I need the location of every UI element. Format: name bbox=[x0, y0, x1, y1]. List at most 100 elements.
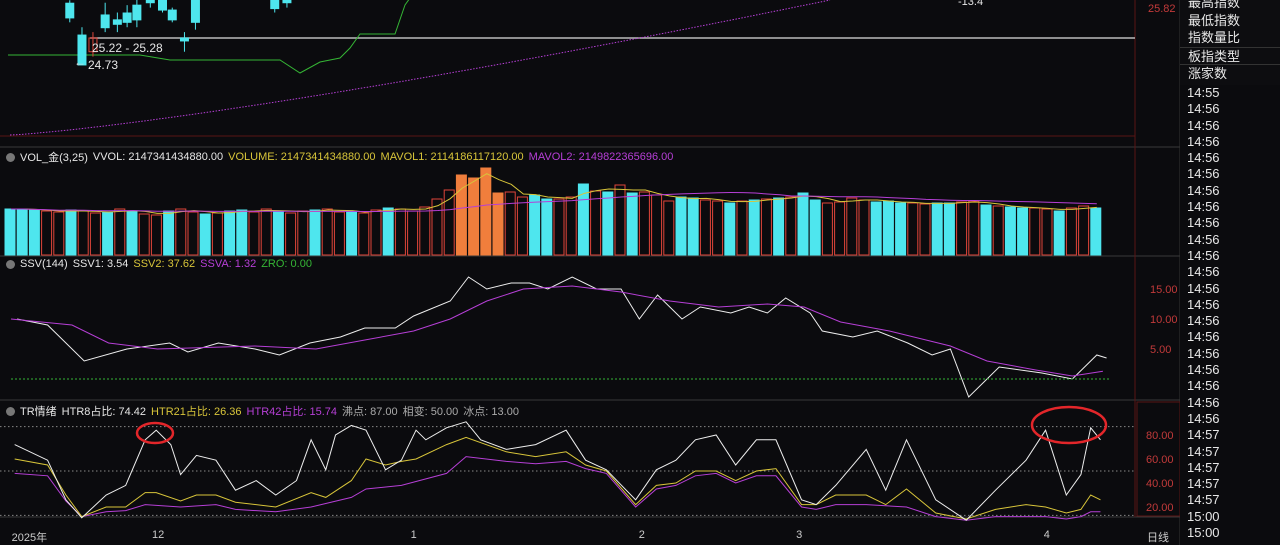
time-item: 14:56 bbox=[1187, 101, 1220, 117]
volume-bar bbox=[724, 202, 736, 256]
mavol2-value: MAVOL2: 2149822365696.00 bbox=[528, 151, 674, 163]
volume-bar bbox=[638, 191, 650, 256]
ice-value: 冰点: 13.00 bbox=[463, 406, 519, 418]
time-item: 14:56 bbox=[1187, 182, 1220, 198]
time-item: 14:56 bbox=[1187, 296, 1220, 312]
info-item-rising-count[interactable]: 涨家数 bbox=[1180, 64, 1280, 82]
indicator-toggle-icon[interactable] bbox=[6, 259, 15, 269]
volume-bar bbox=[797, 192, 809, 256]
y-tick-label: 80.00 bbox=[1146, 430, 1174, 442]
volume-bar bbox=[419, 206, 431, 256]
time-item: 14:56 bbox=[1187, 215, 1220, 231]
candle bbox=[158, 0, 167, 11]
volume-bar bbox=[614, 184, 626, 256]
phase-value: 相变: 50.00 bbox=[402, 406, 459, 418]
htr42-value: HTR42占比: 15.74 bbox=[246, 406, 338, 418]
time-item: 14:57 bbox=[1187, 443, 1220, 459]
time-item: 14:56 bbox=[1187, 247, 1220, 263]
volume-value: VOLUME: 2147341434880.00 bbox=[228, 151, 376, 163]
volume-bar bbox=[1029, 207, 1041, 256]
ssva-value: SSVA: 1.32 bbox=[200, 258, 257, 270]
volume-bar bbox=[163, 210, 175, 256]
volume-bar bbox=[1078, 205, 1090, 256]
indicator-toggle-icon[interactable] bbox=[6, 152, 15, 162]
time-item: 14:56 bbox=[1187, 133, 1220, 149]
mavol1-value: MAVOL1: 2114186117120.00 bbox=[380, 151, 524, 163]
volume-bar bbox=[992, 205, 1004, 256]
volume-bar bbox=[492, 192, 504, 256]
period-label[interactable]: 日线 bbox=[1147, 529, 1169, 545]
time-item: 14:56 bbox=[1187, 199, 1220, 215]
volume-bar bbox=[1041, 208, 1053, 256]
info-item-index-type[interactable]: 板指类型 bbox=[1180, 46, 1280, 65]
time-item: 14:57 bbox=[1187, 459, 1220, 475]
arrow-icon: ← bbox=[74, 55, 86, 69]
info-item-volume-ratio[interactable]: 指数量比 bbox=[1180, 29, 1280, 47]
time-item: 14:57 bbox=[1187, 476, 1220, 492]
candle bbox=[282, 0, 292, 4]
volume-bar bbox=[16, 208, 28, 256]
volume-bar bbox=[736, 200, 748, 256]
volume-bar bbox=[126, 210, 138, 256]
time-item: 14:56 bbox=[1187, 410, 1220, 426]
volume-bar bbox=[529, 194, 541, 256]
green-value-label: -13.4 bbox=[958, 0, 984, 8]
volume-bar bbox=[553, 198, 565, 256]
right-info-panel: 最高指数 最低指数 指数量比 板指类型 涨家数 bbox=[1180, 0, 1280, 85]
volume-bar bbox=[590, 190, 602, 256]
info-item-low-index[interactable]: 最低指数 bbox=[1180, 12, 1280, 30]
htr8-value: HTR8占比: 74.42 bbox=[61, 406, 147, 418]
volume-bar bbox=[77, 210, 89, 256]
volume-bar bbox=[260, 208, 272, 256]
volume-bar bbox=[199, 213, 211, 256]
volume-bar bbox=[114, 208, 126, 256]
volume-bar bbox=[968, 200, 980, 256]
time-item: 14:56 bbox=[1187, 345, 1220, 361]
volume-bar bbox=[1017, 207, 1029, 256]
volume-bar bbox=[187, 211, 199, 256]
time-item: 14:56 bbox=[1187, 264, 1220, 280]
volume-bar bbox=[65, 209, 77, 256]
volume-bar bbox=[773, 197, 785, 256]
highlight-circle bbox=[135, 421, 175, 445]
indicator-toggle-icon[interactable] bbox=[6, 406, 15, 416]
volume-bar bbox=[468, 177, 480, 256]
volume-bar bbox=[516, 196, 528, 256]
volume-bar bbox=[41, 210, 53, 256]
candle bbox=[167, 9, 177, 21]
time-item: 14:56 bbox=[1187, 394, 1220, 410]
x-axis-label: 1 bbox=[410, 529, 417, 541]
candle bbox=[190, 0, 200, 23]
time-item: 14:56 bbox=[1187, 166, 1220, 182]
time-item: 14:57 bbox=[1187, 492, 1220, 508]
info-item-high-index[interactable]: 最高指数 bbox=[1180, 0, 1280, 12]
time-item: 14:55 bbox=[1187, 85, 1220, 100]
volume-bar bbox=[626, 192, 638, 256]
volume-bar bbox=[102, 211, 114, 256]
volume-bar bbox=[663, 200, 675, 256]
volume-bar bbox=[1053, 210, 1065, 256]
volume-bar bbox=[346, 210, 358, 256]
time-item: 15:00 bbox=[1187, 508, 1220, 524]
ssv2-value: SSV2: 37.62 bbox=[133, 258, 196, 270]
time-item: 14:56 bbox=[1187, 313, 1220, 329]
chart-canvas[interactable]: ← 15.00 10.00 5.00 80.00 60.00 40.00 20.00 bbox=[0, 0, 1180, 545]
candle bbox=[65, 2, 75, 19]
volume-bar bbox=[236, 209, 248, 256]
volume-bar bbox=[89, 212, 101, 256]
time-item: 14:56 bbox=[1187, 378, 1220, 394]
candle bbox=[100, 14, 110, 29]
x-axis-label: 2 bbox=[638, 529, 645, 541]
volume-bar bbox=[602, 191, 614, 256]
vol-legend: VOL_金(3,25) VVOL: 2147341434880.00 VOLUM… bbox=[6, 149, 673, 165]
vvol-value: VVOL: 2147341434880.00 bbox=[92, 151, 224, 163]
ssv2-line bbox=[10, 285, 1103, 377]
volume-bar bbox=[943, 202, 955, 256]
y-tick-label: 10.00 bbox=[1150, 314, 1178, 326]
volume-bar bbox=[53, 211, 65, 256]
volume-bar bbox=[907, 202, 919, 256]
volume-bar bbox=[895, 202, 907, 256]
time-item: 14:56 bbox=[1187, 362, 1220, 378]
volume-bar bbox=[712, 200, 724, 256]
volume-bar bbox=[138, 213, 150, 256]
